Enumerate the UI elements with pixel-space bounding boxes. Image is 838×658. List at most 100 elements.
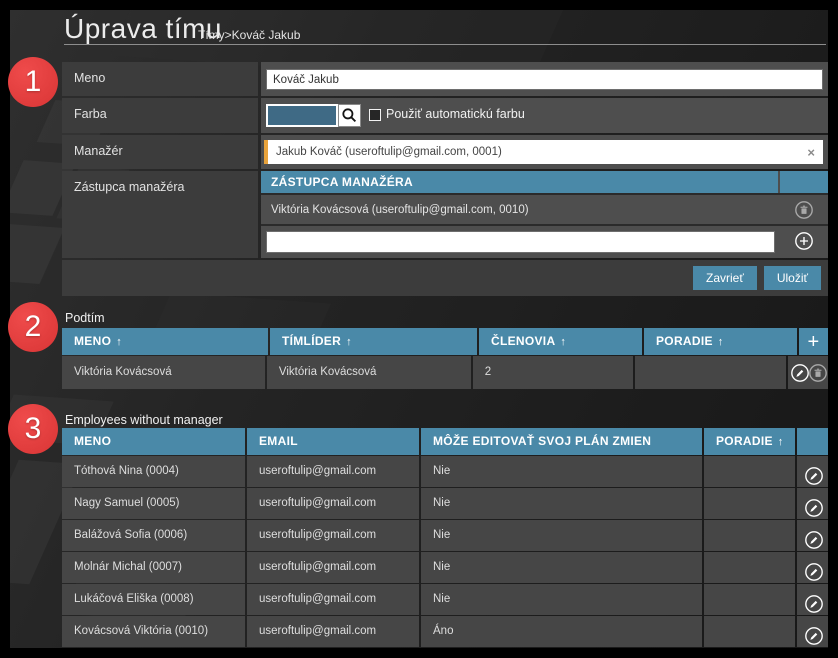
table-row: Nagy Samuel (0005) useroftulip@gmail.com…	[62, 488, 828, 519]
edit-icon[interactable]	[804, 498, 824, 518]
app-window: Úprava tímu Tímy>Kováč Jakub Meno Farba	[0, 0, 838, 658]
column-header-poradie[interactable]: PORADIE↑	[704, 428, 795, 455]
edit-icon[interactable]	[804, 562, 824, 582]
cell-email: useroftulip@gmail.com	[247, 520, 419, 551]
edit-icon[interactable]	[804, 466, 824, 486]
color-label: Farba	[62, 98, 258, 133]
close-button[interactable]: Zavrieť	[693, 266, 757, 290]
form-row-deputy: Zástupca manažéra ZÁSTUPCA MANAŽÉRA Vikt…	[62, 171, 828, 258]
row-actions	[797, 552, 828, 583]
column-header-timlider[interactable]: TÍMLÍDER↑	[270, 328, 477, 355]
cell-meno: Molnár Michal (0007)	[62, 552, 245, 583]
cell-meno: Kovácsová Viktória (0010)	[62, 616, 245, 647]
subteams-table-header: MENO↑ TÍMLÍDER↑ ČLENOVIA↑ PORADIE↑ +	[62, 328, 828, 355]
cell-can-edit: Nie	[421, 488, 702, 519]
column-header-clenovia[interactable]: ČLENOVIA↑	[479, 328, 642, 355]
deputy-header-cell: ZÁSTUPCA MANAŽÉRA	[261, 171, 778, 193]
cell-email: useroftulip@gmail.com	[247, 616, 419, 647]
delete-icon[interactable]	[794, 200, 814, 220]
deputy-add-row	[261, 224, 828, 256]
deputy-row-actions	[780, 195, 828, 224]
subteams-header-actions: +	[799, 328, 828, 355]
employees-header-actions	[797, 428, 828, 455]
color-picker-button[interactable]	[338, 104, 361, 127]
cell-poradie	[704, 520, 795, 551]
cell-can-edit: Nie	[421, 584, 702, 615]
sort-asc-icon: ↑	[116, 336, 122, 348]
column-header-can-edit-plan[interactable]: MÔŽE EDITOVAŤ SVOJ PLÁN ZMIEN	[421, 428, 702, 455]
deputy-table-header: ZÁSTUPCA MANAŽÉRA	[261, 171, 828, 193]
cell-poradie	[635, 356, 786, 389]
delete-icon[interactable]	[808, 363, 828, 383]
edit-icon[interactable]	[804, 594, 824, 614]
auto-color-checkbox-label: Použiť automatickú farbu	[386, 107, 525, 121]
add-icon[interactable]	[794, 231, 814, 251]
cell-meno: Lukáčová Eliška (0008)	[62, 584, 245, 615]
row-actions	[797, 584, 828, 615]
table-row: Tóthová Nina (0004) useroftulip@gmail.co…	[62, 456, 828, 487]
column-header-email[interactable]: EMAIL	[247, 428, 419, 455]
team-edit-form: Meno Farba Použiť automatickú farbu	[62, 62, 828, 296]
name-input[interactable]	[266, 69, 823, 90]
cell-meno: Balážová Sofia (0006)	[62, 520, 245, 551]
breadcrumb[interactable]: Tímy>Kováč Jakub	[198, 28, 300, 42]
employees-table: MENO EMAIL MÔŽE EDITOVAŤ SVOJ PLÁN ZMIEN…	[62, 428, 828, 647]
cell-poradie	[704, 552, 795, 583]
cell-meno: Nagy Samuel (0005)	[62, 488, 245, 519]
row-actions	[797, 616, 828, 647]
cell-can-edit: Áno	[421, 616, 702, 647]
table-row: Kovácsová Viktória (0010) useroftulip@gm…	[62, 616, 828, 647]
subteams-table: MENO↑ TÍMLÍDER↑ ČLENOVIA↑ PORADIE↑ + Vik…	[62, 328, 828, 389]
cell-email: useroftulip@gmail.com	[247, 488, 419, 519]
save-button[interactable]: Uložiť	[764, 266, 821, 290]
deputy-label: Zástupca manažéra	[62, 171, 258, 258]
add-subteam-button[interactable]: +	[808, 332, 820, 352]
edit-icon[interactable]	[804, 530, 824, 550]
page-background: Úprava tímu Tímy>Kováč Jakub Meno Farba	[10, 10, 828, 648]
cell-poradie	[704, 584, 795, 615]
subteams-section-label: Podtím	[65, 311, 105, 325]
column-header-poradie[interactable]: PORADIE↑	[644, 328, 797, 355]
column-header-meno[interactable]: MENO↑	[62, 328, 268, 355]
manager-label: Manažér	[62, 135, 258, 169]
deputy-add-input[interactable]	[266, 231, 775, 253]
name-value-cell	[261, 62, 828, 96]
cell-can-edit: Nie	[421, 520, 702, 551]
cell-can-edit: Nie	[421, 552, 702, 583]
deputy-row-value: Viktória Kovácsová (useroftulip@gmail.co…	[261, 195, 778, 224]
cell-clenovia: 2	[473, 356, 634, 389]
cell-email: useroftulip@gmail.com	[247, 552, 419, 583]
row-actions	[788, 356, 828, 389]
cell-email: useroftulip@gmail.com	[247, 584, 419, 615]
cell-email: useroftulip@gmail.com	[247, 456, 419, 487]
cell-poradie	[704, 616, 795, 647]
annotation-circle-1: 1	[8, 57, 58, 107]
auto-color-checkbox[interactable]	[369, 109, 381, 121]
header-divider	[64, 44, 826, 45]
form-footer: Zavrieť Uložiť	[62, 260, 828, 296]
manager-value-cell: Jakub Kováč (useroftulip@gmail.com, 0001…	[261, 135, 828, 169]
employees-section-label: Employees without manager	[65, 413, 223, 427]
clear-icon[interactable]: ×	[807, 145, 815, 160]
edit-icon[interactable]	[804, 626, 824, 646]
annotation-circle-2: 2	[8, 302, 58, 352]
annotation-circle-3: 3	[8, 404, 58, 454]
color-swatch[interactable]	[266, 104, 338, 127]
table-row: Balážová Sofia (0006) useroftulip@gmail.…	[62, 520, 828, 551]
manager-selected-item[interactable]: Jakub Kováč (useroftulip@gmail.com, 0001…	[264, 140, 823, 164]
table-row: Viktória Kovácsová Viktória Kovácsová 2	[62, 356, 828, 389]
edit-icon[interactable]	[790, 363, 810, 383]
form-row-color: Farba Použiť automatickú farbu	[62, 98, 828, 133]
form-row-manager: Manažér Jakub Kováč (useroftulip@gmail.c…	[62, 135, 828, 169]
column-header-meno[interactable]: MENO	[62, 428, 245, 455]
background-shape	[10, 224, 64, 284]
employees-table-header: MENO EMAIL MÔŽE EDITOVAŤ SVOJ PLÁN ZMIEN…	[62, 428, 828, 455]
deputy-add-actions	[780, 226, 828, 256]
deputy-table: ZÁSTUPCA MANAŽÉRA Viktória Kovácsová (us…	[261, 171, 828, 256]
cell-timlider: Viktória Kovácsová	[267, 356, 471, 389]
cell-can-edit: Nie	[421, 456, 702, 487]
row-actions	[797, 456, 828, 487]
form-row-name: Meno	[62, 62, 828, 96]
sort-asc-icon: ↑	[778, 436, 784, 448]
search-icon	[340, 106, 359, 125]
